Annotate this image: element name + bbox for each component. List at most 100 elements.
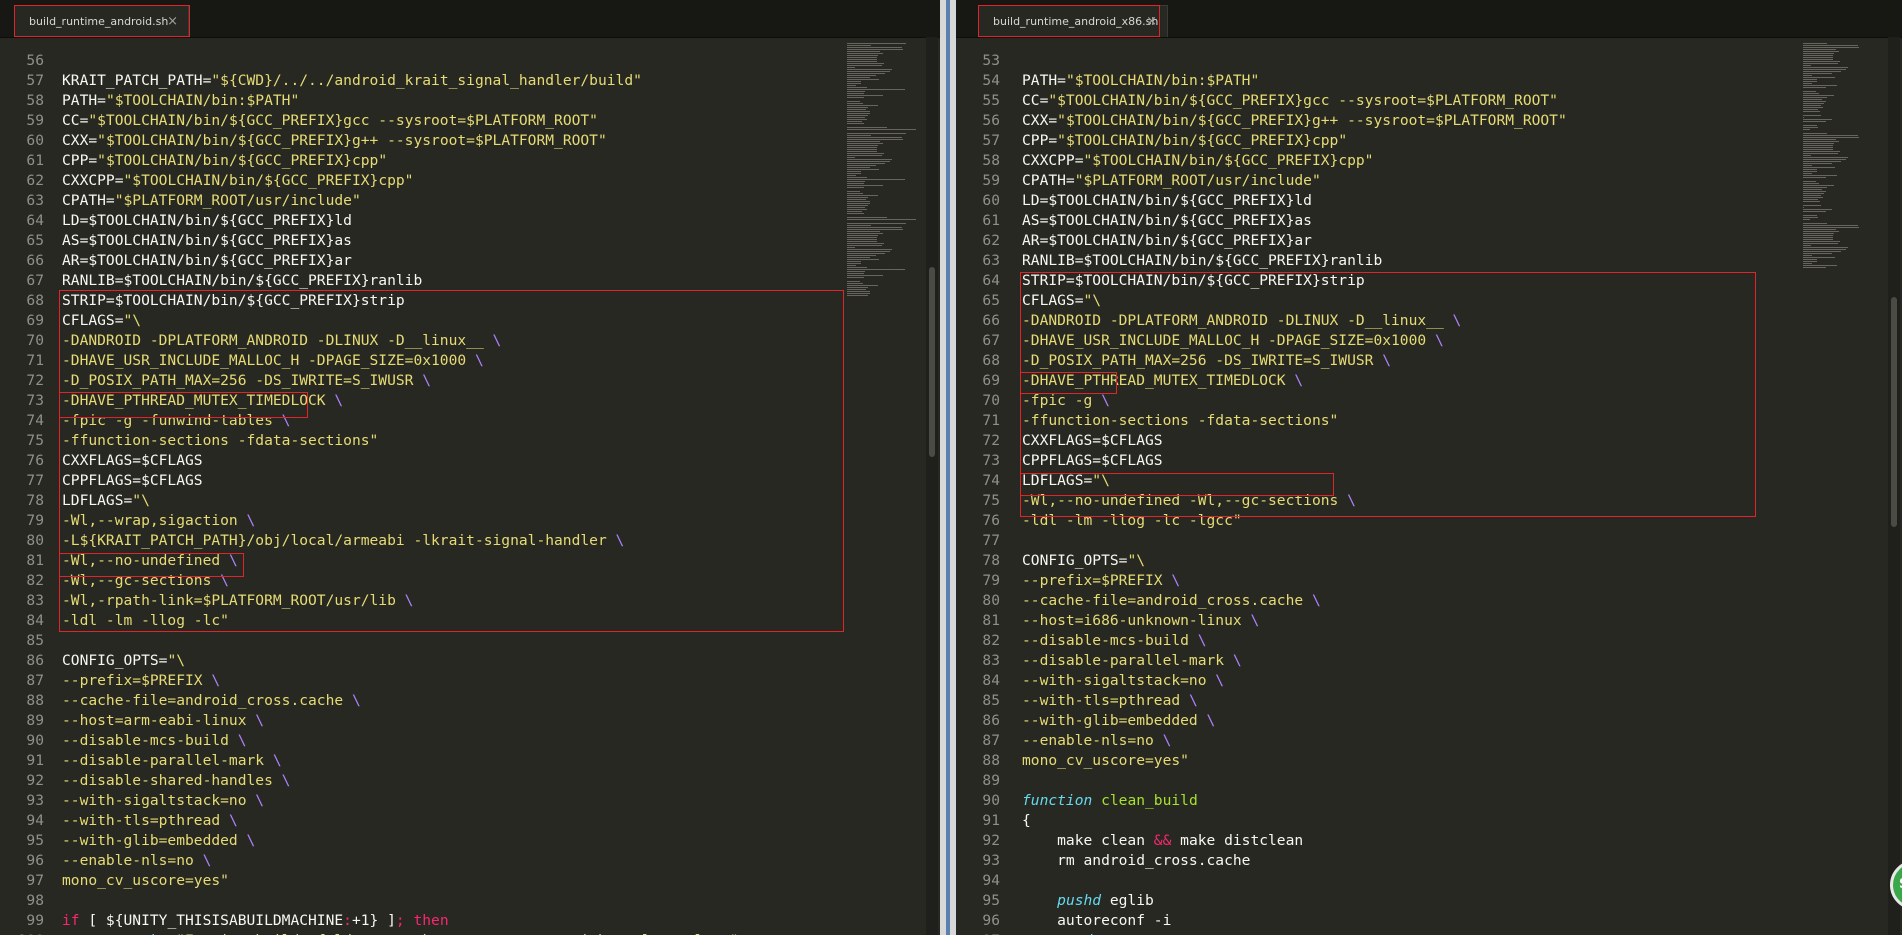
code-token: CXXCPP=	[1022, 152, 1084, 169]
code-token: function	[1022, 792, 1093, 809]
line-number: 54	[982, 72, 1000, 89]
code-token: \	[1215, 672, 1225, 689]
close-icon[interactable]: ×	[167, 6, 178, 38]
line-number: 64	[26, 212, 44, 229]
line-number: 76	[982, 512, 1000, 529]
minimap-stroke	[1803, 47, 1859, 48]
code-text: --prefix=$PREFIX \	[1022, 571, 1180, 591]
line-number: 67	[26, 272, 44, 289]
code-text: CPPFLAGS=$CFLAGS	[62, 471, 203, 491]
minimap-stroke	[1803, 267, 1826, 268]
code-token: STRIP=$TOOLCHAIN/bin/${GCC_PREFIX}strip	[62, 292, 405, 309]
minimap-stroke	[847, 137, 902, 138]
right-file-tab[interactable]: build_runtime_android_x86.sh ×	[978, 5, 1168, 37]
close-icon[interactable]: ×	[1146, 6, 1157, 38]
minimap-stroke	[847, 199, 866, 200]
minimap-stroke	[847, 269, 905, 270]
minimap-stroke	[1803, 241, 1840, 242]
minimap-stroke	[847, 85, 856, 86]
minimap-stroke	[1803, 253, 1832, 254]
minimap-stroke	[847, 237, 877, 238]
code-text: -fpic -g -funwind-tables \	[62, 411, 290, 431]
minimap-stroke	[847, 133, 907, 134]
line-number: 62	[982, 232, 1000, 249]
line-number: 82	[982, 632, 1000, 649]
line-number: 62	[26, 172, 44, 189]
code-token: LDFLAGS=	[62, 492, 133, 509]
left-file-tab[interactable]: build_runtime_android.sh ×	[14, 5, 189, 37]
code-text: CPATH="$PLATFORM_ROOT/usr/include"	[62, 191, 361, 211]
line-number: 59	[26, 112, 44, 129]
pane-divider[interactable]	[940, 0, 956, 935]
minimap-stroke	[847, 245, 883, 246]
code-text: --with-tls=pthread \	[1022, 691, 1198, 711]
line-number: 69	[982, 372, 1000, 389]
line-number: 91	[26, 752, 44, 769]
code-text: CXX="$TOOLCHAIN/bin/${GCC_PREFIX}g++ --s…	[1022, 111, 1567, 131]
line-number: 65	[26, 232, 44, 249]
code-text: mono_cv_uscore=yes"	[62, 871, 229, 891]
right-scrollbar[interactable]	[1888, 37, 1900, 935]
line-number: 75	[982, 492, 1000, 509]
minimap-stroke	[847, 249, 892, 250]
minimap-stroke	[1803, 79, 1818, 80]
minimap-stroke	[847, 217, 887, 218]
line-number: 93	[982, 852, 1000, 869]
code-token: \	[1250, 612, 1260, 629]
code-text: CXXFLAGS=$CFLAGS	[62, 451, 203, 471]
minimap-stroke	[1803, 45, 1858, 46]
line-number: 85	[982, 692, 1000, 709]
minimap-stroke	[847, 59, 877, 60]
minimap-stroke	[1803, 75, 1812, 76]
right-scrollbar-thumb[interactable]	[1891, 297, 1897, 527]
pane-divider-bar	[946, 0, 950, 935]
minimap-stroke	[847, 227, 902, 228]
code-token: AR=$TOOLCHAIN/bin/${GCC_PREFIX}ar	[1022, 232, 1312, 249]
code-token: rm android_cross.cache	[1022, 852, 1251, 869]
minimap-stroke	[1803, 135, 1858, 136]
left-scrollbar[interactable]	[926, 37, 938, 935]
code-token: "\	[1127, 552, 1146, 569]
code-text: --disable-mcs-build \	[62, 731, 247, 751]
code-token: -Wl,-rpath-link=$PLATFORM_ROOT/usr/lib	[62, 592, 405, 609]
minimap-stroke	[1803, 85, 1838, 86]
minimap-stroke	[1803, 207, 1804, 208]
code-token: \	[220, 572, 229, 589]
minimap-stroke	[847, 187, 865, 188]
minimap-stroke	[847, 143, 883, 144]
code-token: CXX=	[62, 132, 98, 149]
line-number: 64	[982, 272, 1000, 289]
minimap-stroke	[1803, 115, 1821, 116]
minimap-stroke	[1803, 201, 1821, 202]
minimap-stroke	[1803, 87, 1826, 88]
minimap-stroke	[1803, 119, 1832, 120]
minimap-stroke	[847, 161, 891, 162]
code-text: AR=$TOOLCHAIN/bin/${GCC_PREFIX}ar	[1022, 231, 1312, 251]
code-text: CXX="$TOOLCHAIN/bin/${GCC_PREFIX}g++ --s…	[62, 131, 607, 151]
minimap-stroke	[847, 147, 877, 148]
minimap-stroke	[1803, 193, 1824, 194]
left-scrollbar-thumb[interactable]	[929, 267, 935, 457]
code-token: --with-glib=embedded	[62, 832, 247, 849]
code-token: -Wl,--wrap,sigaction	[62, 512, 247, 529]
code-token: --prefix=$PREFIX	[62, 672, 212, 689]
minimap-stroke	[847, 113, 871, 114]
code-text: PATH="$TOOLCHAIN/bin:$PATH"	[1022, 71, 1259, 91]
line-number: 73	[982, 452, 1000, 469]
left-minimap[interactable]	[845, 37, 925, 935]
code-token: \	[1347, 492, 1356, 509]
code-token: -DANDROID -DPLATFORM_ANDROID -DLINUX -D_…	[62, 332, 493, 349]
minimap-stroke	[1803, 173, 1812, 174]
minimap-stroke	[847, 151, 877, 152]
code-text: --prefix=$PREFIX \	[62, 671, 220, 691]
code-token: CFLAGS=	[62, 312, 124, 329]
code-token: "\	[167, 652, 186, 669]
code-text: function clean_build	[1022, 791, 1198, 811]
minimap-stroke	[1803, 127, 1819, 128]
line-number: 86	[26, 652, 44, 669]
right-minimap[interactable]	[1801, 37, 1881, 935]
code-token: -DHAVE_PTHREAD_MUTEX_TIMEDLOCK	[62, 392, 335, 409]
line-number: 69	[26, 312, 44, 329]
code-text: mono_cv_uscore=yes"	[1022, 751, 1189, 771]
minimap-stroke	[847, 193, 864, 194]
